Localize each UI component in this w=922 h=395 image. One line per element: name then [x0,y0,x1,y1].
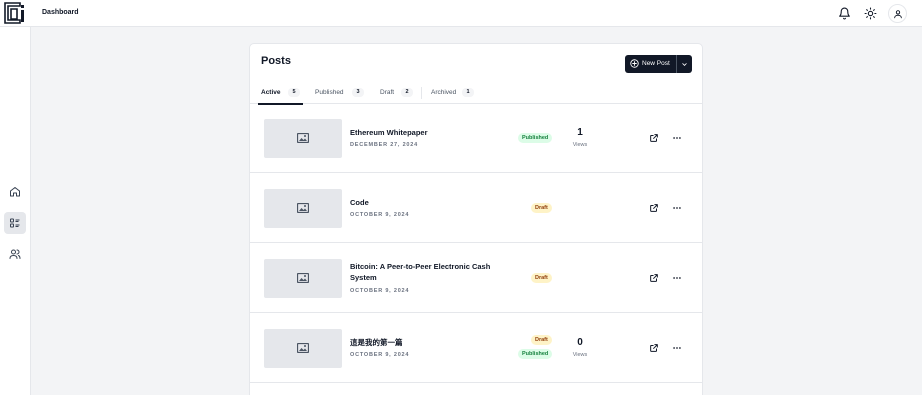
post-date: OCTOBER 9, 2024 [350,288,410,294]
list-icon [10,218,20,228]
sidebar-item-users[interactable] [4,243,26,265]
users-icon [9,249,21,259]
post-title[interactable]: 這是我的第一篇 [350,337,510,348]
tab-archived[interactable]: Archived 1 [428,84,478,104]
external-link-icon[interactable] [649,343,659,353]
tab-count-badge: 3 [352,88,364,97]
more-horizontal-icon[interactable] [672,133,682,143]
more-horizontal-icon[interactable] [672,343,682,353]
tab-published[interactable]: Published 3 [312,84,368,104]
post-date: DECEMBER 27, 2024 [350,142,419,148]
post-row[interactable]: Ethereum Whitepaper DECEMBER 27, 2024 Pu… [250,103,702,173]
more-horizontal-icon[interactable] [672,273,682,283]
post-row[interactable]: Bitcoin: A Peer-to-Peer Electronic Cash … [250,243,702,313]
status-badge: Draft [531,335,552,345]
top-bar: Dashboard [0,0,922,27]
sun-icon[interactable] [864,7,877,20]
status-badge: Published [518,133,553,143]
new-post-button[interactable]: New Post [625,55,676,73]
tab-draft[interactable]: Draft 2 [377,84,417,104]
sidebar-item-home[interactable] [4,181,26,203]
post-date: OCTOBER 9, 2024 [350,352,410,358]
user-icon [894,10,902,19]
post-thumbnail [264,189,342,228]
post-title[interactable]: Ethereum Whitepaper [350,127,510,138]
post-date: OCTOBER 9, 2024 [350,212,410,218]
home-icon [10,187,20,197]
post-title[interactable]: Bitcoin: A Peer-to-Peer Electronic Cash … [350,261,510,283]
status-badge: Published [518,349,553,359]
status-badge: Draft [531,273,552,283]
image-icon [297,133,309,143]
sidebar-item-posts[interactable] [4,212,26,234]
views-label: Views [572,142,588,148]
views-count: 1 [577,127,583,138]
external-link-icon[interactable] [649,273,659,283]
page-title: Posts [261,55,291,67]
status-tabs: Active 5 Published 3 Draft 2 Archived 1 [250,84,702,105]
logo-icon[interactable] [4,2,26,24]
tab-label: Published [315,89,344,96]
image-icon [297,343,309,353]
views-label: Views [572,352,588,358]
plus-circle-icon [630,59,639,68]
views-count: 0 [577,337,583,348]
sidebar [0,27,31,395]
post-thumbnail [264,329,342,368]
tab-label: Active [261,89,281,96]
new-post-split-button: New Post [625,55,692,73]
tab-label: Archived [431,89,457,96]
post-row[interactable]: 這是我的第一篇 OCTOBER 9, 2024 Draft Published … [250,313,702,383]
user-menu-button[interactable] [888,4,907,23]
post-row[interactable]: Code OCTOBER 9, 2024 Draft [250,173,702,243]
status-badge: Draft [531,203,552,213]
posts-card: Posts New Post Active 5 Published 3 Draf… [249,43,703,395]
post-thumbnail [264,119,342,158]
external-link-icon[interactable] [649,133,659,143]
tab-count-badge: 2 [401,88,413,97]
external-link-icon[interactable] [649,203,659,213]
post-thumbnail [264,259,342,298]
tab-count-badge: 5 [288,88,300,97]
post-title[interactable]: Code [350,197,510,208]
breadcrumb[interactable]: Dashboard [42,9,79,16]
image-icon [297,273,309,283]
bell-icon[interactable] [838,7,851,20]
tab-label: Draft [380,89,395,96]
tab-count-badge: 1 [462,88,474,97]
new-post-label: New Post [642,60,670,67]
tab-divider [421,87,422,99]
new-post-dropdown-button[interactable] [677,55,692,73]
more-horizontal-icon[interactable] [672,203,682,213]
chevron-down-icon [682,63,687,66]
image-icon [297,203,309,213]
tab-active[interactable]: Active 5 [258,84,303,105]
